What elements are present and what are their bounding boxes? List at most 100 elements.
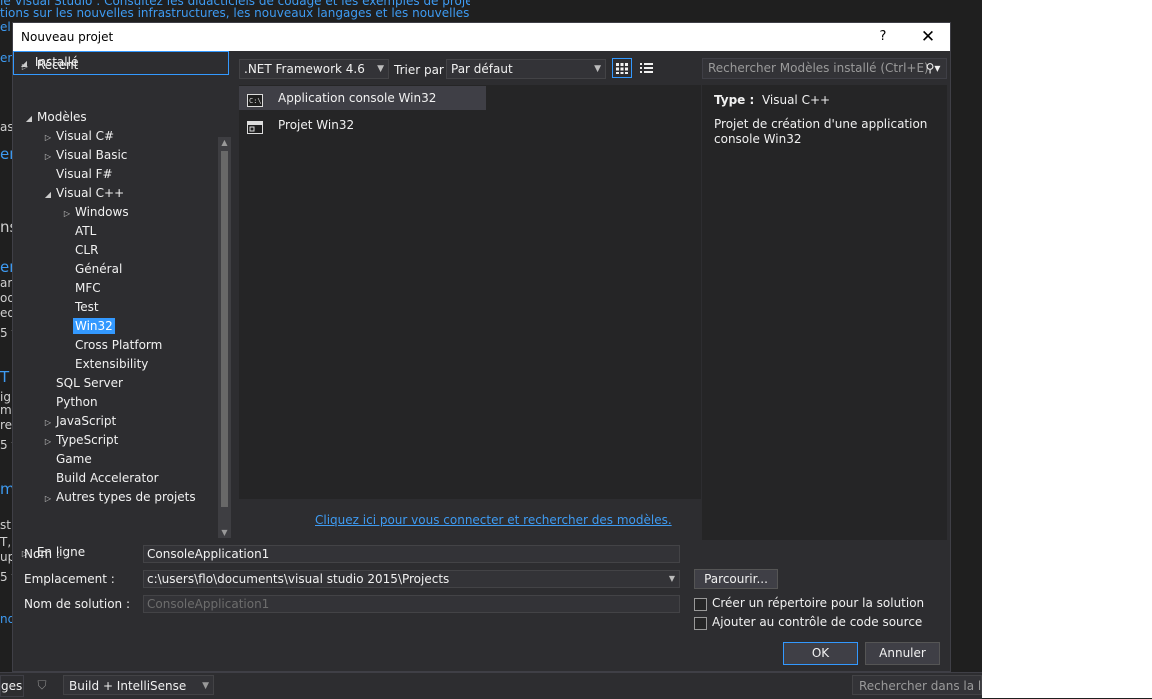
location-select[interactable]: c:\users\flo\documents\visual studio 201… bbox=[143, 570, 680, 588]
win32-project-icon bbox=[247, 118, 263, 134]
start-page-link-2[interactable]: tions sur les nouvelles infrastructures,… bbox=[0, 6, 470, 20]
expander-icon[interactable]: ▷ bbox=[42, 147, 54, 166]
start-page-fragment: 5 f bbox=[0, 438, 12, 452]
expander-icon[interactable]: ◢ bbox=[23, 109, 35, 128]
start-page-fragment: ns bbox=[0, 218, 12, 236]
solution-name-input[interactable]: ConsoleApplication1 bbox=[143, 595, 680, 613]
template-item[interactable]: C:\ Application console Win32 bbox=[239, 86, 486, 110]
tree-item-label: Visual Basic bbox=[56, 148, 128, 162]
tree-item[interactable]: MFC bbox=[61, 279, 103, 298]
expander-icon[interactable]: ▷ bbox=[42, 128, 54, 147]
desktop-area bbox=[982, 0, 1152, 698]
tree-item[interactable]: Build Accelerator bbox=[42, 469, 161, 488]
tree-item[interactable]: CLR bbox=[61, 241, 100, 260]
tree-item[interactable]: Test bbox=[61, 298, 101, 317]
tree-item-label: JavaScript bbox=[56, 414, 117, 428]
framework-value: .NET Framework 4.6 bbox=[244, 62, 365, 76]
tree-item[interactable]: Visual F# bbox=[42, 165, 115, 184]
name-label: Nom : bbox=[24, 547, 60, 561]
tree-item-label: Build Accelerator bbox=[56, 471, 159, 485]
scroll-down-icon[interactable]: ▼ bbox=[218, 527, 231, 538]
grid-view-button[interactable] bbox=[612, 58, 632, 78]
tree-item[interactable]: ▷ TypeScript bbox=[42, 431, 120, 450]
tree-item[interactable]: ◢ Visual C++ bbox=[42, 184, 126, 203]
tree-item-label: SQL Server bbox=[56, 376, 123, 390]
list-view-button[interactable] bbox=[637, 58, 657, 78]
close-icon[interactable]: ✕ bbox=[915, 26, 941, 48]
template-label: Projet Win32 bbox=[278, 118, 355, 132]
browse-button[interactable]: Parcourir... bbox=[694, 569, 778, 589]
expander-icon[interactable]: ▷ bbox=[42, 413, 54, 432]
expander-icon[interactable]: ▷ bbox=[61, 204, 73, 223]
svg-text:C:\: C:\ bbox=[249, 97, 262, 105]
start-page-fragment: ig bbox=[0, 390, 11, 404]
source-control-label: Ajouter au contrôle de code source bbox=[712, 615, 923, 629]
start-page-fragment: T, bbox=[0, 535, 12, 549]
checkbox-icon[interactable] bbox=[694, 617, 707, 630]
expander-icon[interactable]: ▷ bbox=[42, 489, 54, 508]
tree-item[interactable]: Win32 bbox=[61, 317, 115, 336]
search-icon[interactable]: ⚲▾ bbox=[922, 60, 944, 77]
checkbox-icon[interactable] bbox=[694, 598, 707, 611]
start-page-fragment: en bbox=[0, 258, 12, 276]
search-list-input[interactable]: Rechercher dans la liste bbox=[852, 675, 982, 695]
tree-item[interactable]: ▷ Windows bbox=[61, 203, 131, 222]
tree-item[interactable]: ▷ Visual Basic bbox=[42, 146, 129, 165]
tree-scrollbar[interactable]: ▲ ▼ bbox=[218, 137, 231, 538]
chevron-down-icon: ▼ bbox=[668, 574, 675, 583]
build-intellisense-combo[interactable]: Build + IntelliSense ▼ bbox=[63, 675, 214, 695]
cancel-button[interactable]: Annuler bbox=[865, 642, 940, 665]
tree-item[interactable]: Python bbox=[42, 393, 100, 412]
ok-button[interactable]: OK bbox=[783, 642, 858, 665]
type-line: Type : Visual C++ bbox=[714, 93, 830, 107]
tree-item[interactable]: ◢ Modèles bbox=[23, 108, 89, 127]
tree-item[interactable]: ATL bbox=[61, 222, 98, 241]
tree-item[interactable]: Cross Platform bbox=[61, 336, 164, 355]
ide-bottom-toolbar: ges ⛉ Build + IntelliSense ▼ Rechercher … bbox=[0, 672, 982, 699]
start-page-fragment: ass bbox=[0, 120, 12, 134]
filter-icon[interactable]: ⛉ bbox=[34, 677, 50, 693]
list-view-icon bbox=[640, 63, 653, 73]
tree-item-label: MFC bbox=[75, 281, 101, 295]
tree-item-label: CLR bbox=[75, 243, 99, 257]
sort-select[interactable]: Par défaut ▼ bbox=[446, 59, 606, 79]
expander-icon[interactable]: ◢ bbox=[42, 185, 54, 204]
search-placeholder: Rechercher Modèles installé (Ctrl+E) bbox=[708, 61, 929, 75]
start-page-fragment: m bbox=[0, 480, 12, 498]
template-tree: ◢ Modèles ▷ Visual C# ▷ Visual Basic Visual F#… bbox=[13, 107, 219, 537]
tree-item-label: Python bbox=[56, 395, 98, 409]
tree-item[interactable]: ▷ JavaScript bbox=[42, 412, 118, 431]
start-page-fragment: ar bbox=[0, 276, 12, 290]
tree-item-label: Visual C# bbox=[56, 129, 115, 143]
scroll-thumb[interactable] bbox=[221, 151, 228, 507]
dialog-title: Nouveau projet bbox=[21, 30, 114, 44]
expander-icon[interactable]: ▷ bbox=[42, 432, 54, 451]
scroll-up-icon[interactable]: ▲ bbox=[218, 137, 231, 148]
template-item[interactable]: Projet Win32 bbox=[239, 113, 486, 137]
new-project-dialog: Nouveau projet ? ✕ ▷ Récent ◢ Installé ◢… bbox=[12, 22, 951, 672]
tree-item[interactable]: SQL Server bbox=[42, 374, 125, 393]
start-page-fragment: ed bbox=[0, 306, 12, 320]
tree-item[interactable]: Game bbox=[42, 450, 94, 469]
expander-icon: ◢ bbox=[20, 59, 28, 68]
chevron-down-icon: ▼ bbox=[202, 681, 209, 691]
tree-item-label: Autres types de projets bbox=[56, 490, 196, 504]
help-button[interactable]: ? bbox=[873, 27, 893, 47]
start-page-fragment: up bbox=[0, 550, 12, 564]
grid-view-icon bbox=[616, 63, 628, 74]
tree-item-label: ATL bbox=[75, 224, 97, 238]
location-value: c:\users\flo\documents\visual studio 201… bbox=[147, 572, 450, 586]
tree-item-label: Game bbox=[56, 452, 92, 466]
tree-item[interactable]: Extensibility bbox=[61, 355, 150, 374]
bottom-tab[interactable]: ges bbox=[0, 675, 24, 697]
start-page-fragment: 5 f bbox=[0, 326, 12, 340]
tree-item-label: Installé bbox=[34, 55, 79, 69]
tree-item[interactable]: ▷ Visual C# bbox=[42, 127, 116, 146]
framework-select[interactable]: .NET Framework 4.6 ▼ bbox=[239, 59, 389, 79]
project-name-input[interactable]: ConsoleApplication1 bbox=[143, 545, 680, 563]
tree-item[interactable]: ▷ Autres types de projets bbox=[42, 488, 198, 507]
tree-item[interactable]: Général bbox=[61, 260, 124, 279]
connect-online-link[interactable]: Cliquez ici pour vous connecter et reche… bbox=[315, 513, 672, 527]
tree-item-installed[interactable]: ◢ Installé bbox=[13, 51, 229, 75]
template-search-input[interactable]: Rechercher Modèles installé (Ctrl+E) ⚲▾ bbox=[702, 58, 947, 79]
